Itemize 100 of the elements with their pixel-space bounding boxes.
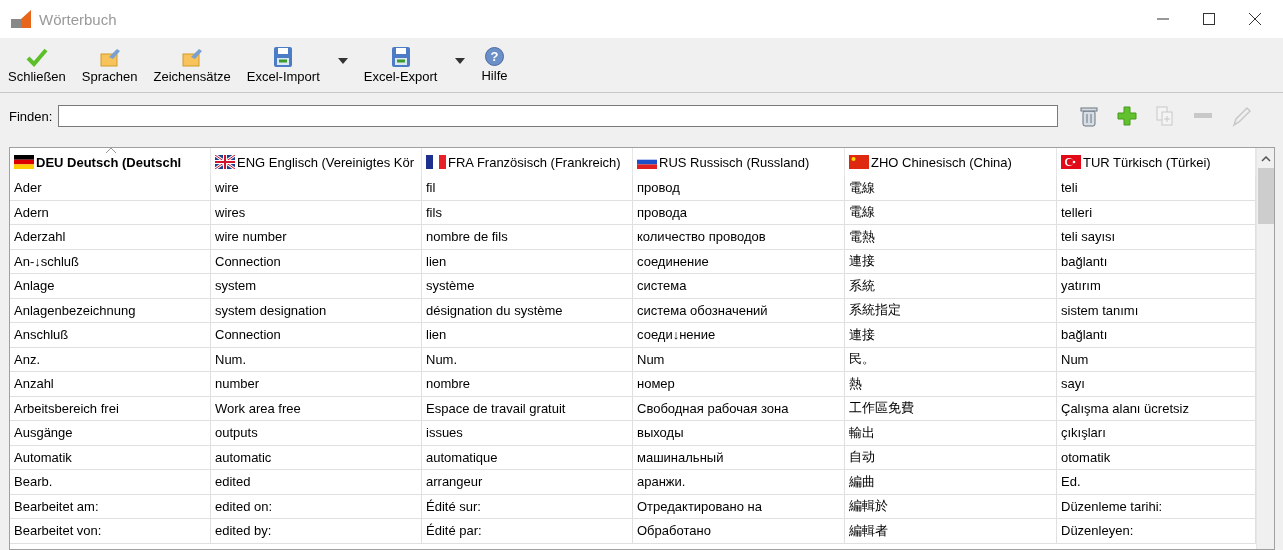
table-cell: 編曲: [845, 470, 1057, 494]
table-cell: issues: [422, 421, 633, 445]
table-cell: système: [422, 274, 633, 298]
help-icon: ?: [484, 47, 504, 66]
toolbar-button[interactable]: Sprachen: [77, 44, 142, 86]
dropdown-caret-icon[interactable]: [337, 58, 348, 64]
table-cell: Отредактировано на: [633, 494, 845, 518]
table-cell: 輸出: [845, 421, 1057, 445]
checkmark-icon: [25, 46, 48, 67]
table-cell: Bearbeitet von:: [10, 519, 211, 543]
table-cell: system: [211, 274, 422, 298]
table-cell: Espace de travail gratuit: [422, 396, 633, 420]
table-cell: Connection: [211, 323, 422, 347]
column-header[interactable]: RUS Russisch (Russland): [633, 148, 845, 176]
table-cell: Anzahl: [10, 372, 211, 396]
toolbar-button[interactable]: ? Hilfe: [477, 45, 512, 85]
table-cell: 工作區免費: [845, 396, 1057, 420]
table-cell: аранжи.: [633, 470, 845, 494]
table-cell: провод: [633, 176, 845, 200]
table-cell: 電線: [845, 200, 1057, 224]
close-icon[interactable]: [1249, 13, 1261, 25]
window-title: Wörterbuch: [39, 10, 117, 28]
table-cell: соеди↓нение: [633, 323, 845, 347]
table-cell: edited: [211, 470, 422, 494]
table-cell: désignation du système: [422, 298, 633, 322]
table-cell: Anlagenbezeichnung: [10, 298, 211, 322]
table-cell: automatique: [422, 445, 633, 469]
table-cell: 電熱: [845, 225, 1057, 249]
table-cell: 連接: [845, 323, 1057, 347]
table-cell: lien: [422, 249, 633, 273]
table-cell: An-↓schluß: [10, 249, 211, 273]
table-cell: Bearb.: [10, 470, 211, 494]
column-header[interactable]: FRA Französisch (Frankreich): [422, 148, 633, 176]
table-cell: Anschluß: [10, 323, 211, 347]
table-cell: провода: [633, 200, 845, 224]
column-header[interactable]: ENG Englisch (Vereinigtes Kör: [211, 148, 422, 176]
table-cell: Num.: [211, 347, 422, 371]
table-cell: automatic: [211, 445, 422, 469]
table-cell: Connection: [211, 249, 422, 273]
table-cell: Work area free: [211, 396, 422, 420]
table-cell: 自动: [845, 445, 1057, 469]
table-cell: arrangeur: [422, 470, 633, 494]
table-cell: wire number: [211, 225, 422, 249]
folder-icon: [181, 46, 204, 67]
table-cell: wire: [211, 176, 422, 200]
trash-icon[interactable]: [1078, 105, 1101, 127]
table-cell: количество проводов: [633, 225, 845, 249]
table-cell: система: [633, 274, 845, 298]
dropdown-caret-icon[interactable]: [455, 58, 466, 64]
table-cell: 熱: [845, 372, 1057, 396]
table-cell: edited by:: [211, 519, 422, 543]
table-cell: fils: [422, 200, 633, 224]
table-cell: Num.: [422, 347, 633, 371]
column-header[interactable]: DEU Deutsch (Deutschl: [10, 148, 211, 176]
table-cell: номер: [633, 372, 845, 396]
toolbar-button[interactable]: Schließen: [4, 44, 70, 86]
search-field[interactable]: [58, 105, 1059, 127]
scroll-up-icon[interactable]: [1260, 156, 1271, 162]
app-logo-icon: [11, 10, 31, 28]
scrollbar-thumb[interactable]: [1257, 168, 1274, 224]
table-cell: Num: [633, 347, 845, 371]
table-cell: Édité sur:: [422, 494, 633, 518]
scrollbar[interactable]: [1256, 148, 1274, 549]
table-cell: Automatik: [10, 445, 211, 469]
table-cell: edited on:: [211, 494, 422, 518]
folder-icon: [98, 46, 121, 67]
toolbar-button[interactable]: Excel-Export: [359, 44, 470, 86]
table-cell: машинальный: [633, 445, 845, 469]
table-cell: Adern: [10, 200, 211, 224]
table-cell: 連接: [845, 249, 1057, 273]
toolbar-button[interactable]: Excel-Import: [242, 44, 352, 86]
table-cell: 電線: [845, 176, 1057, 200]
table-cell: 編輯於: [845, 494, 1057, 518]
table-cell: 系統指定: [845, 298, 1057, 322]
add-icon[interactable]: [1116, 105, 1139, 127]
table-cell: Свободная рабочая зона: [633, 396, 845, 420]
table-cell: system designation: [211, 298, 422, 322]
table-cell: Arbeitsbereich frei: [10, 396, 211, 420]
table-cell: Ader: [10, 176, 211, 200]
table-cell: Bearbeitet am:: [10, 494, 211, 518]
table-cell: fil: [422, 176, 633, 200]
table-cell: 編輯者: [845, 519, 1057, 543]
table-cell: nombre: [422, 372, 633, 396]
table-cell: система обозначений: [633, 298, 845, 322]
toolbar-button[interactable]: Zeichensätze: [149, 44, 235, 86]
table-cell: lien: [422, 323, 633, 347]
table-cell: number: [211, 372, 422, 396]
search-label: Finden:: [9, 108, 53, 124]
column-header[interactable]: ZHO Chinesisch (China): [845, 148, 1057, 176]
table-cell: соединение: [633, 249, 845, 273]
table-cell: Anz.: [10, 347, 211, 371]
table-cell: выходы: [633, 421, 845, 445]
table-cell: Обработано: [633, 519, 845, 543]
table-cell: Aderzahl: [10, 225, 211, 249]
table-cell: nombre de fils: [422, 225, 633, 249]
table-cell: wires: [211, 200, 422, 224]
table-cell: outputs: [211, 421, 422, 445]
column-header[interactable]: TUR Türkisch (Türkei): [1057, 148, 1256, 176]
maximize-icon[interactable]: [1203, 13, 1215, 25]
table-cell: 民。: [845, 347, 1057, 371]
